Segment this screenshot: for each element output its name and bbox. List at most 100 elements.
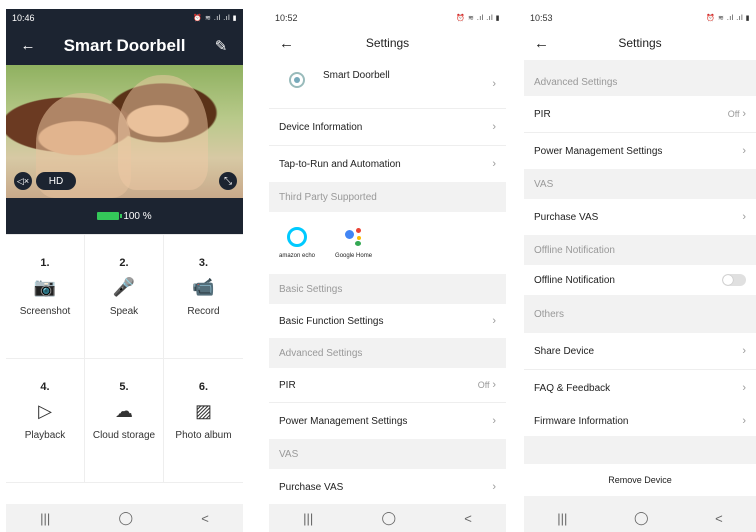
offline-notification-toggle[interactable]: [722, 274, 746, 286]
recent-apps-icon[interactable]: |||: [557, 511, 567, 526]
chevron-right-icon: ›: [742, 211, 746, 223]
settings-header: ← Settings: [524, 26, 756, 60]
home-icon[interactable]: ◯: [118, 510, 133, 526]
status-icons: ⏰ ≋ .ıl .ıl ▮: [456, 14, 500, 22]
battery-status: 100 %: [6, 198, 243, 234]
feature-label: Photo album: [175, 430, 232, 441]
section-header: Basic Settings: [279, 283, 343, 295]
purchase-vas-row[interactable]: Purchase VAS ›: [269, 469, 506, 505]
battery-icon: [97, 212, 123, 220]
chevron-right-icon: ›: [742, 108, 746, 120]
row-label: Purchase VAS: [534, 211, 599, 223]
live-video-feed[interactable]: ◁× HD ⤡: [6, 65, 243, 198]
feature-screenshot[interactable]: 1. 📷 Screenshot: [6, 235, 85, 359]
basic-function-row[interactable]: Basic Function Settings ›: [269, 304, 506, 338]
feature-photo-album[interactable]: 6. ▨ Photo album: [164, 359, 243, 483]
hd-quality-button[interactable]: HD: [36, 172, 76, 190]
row-label: FAQ & Feedback: [534, 382, 611, 394]
feature-label: Cloud storage: [92, 430, 156, 441]
chevron-right-icon: ›: [492, 158, 496, 170]
status-bar: 10:52 ⏰ ≋ .ıl .ıl ▮: [269, 9, 506, 26]
row-label: Basic Function Settings: [279, 315, 384, 327]
pir-row[interactable]: PIR Off ›: [269, 368, 506, 402]
status-icons: ⏰ ≋ .ıl .ıl ▮: [193, 14, 237, 22]
feature-record[interactable]: 3. 📹 Record: [164, 235, 243, 359]
chevron-right-icon: ›: [492, 315, 496, 327]
photo-icon: ▨: [194, 400, 212, 421]
row-label: Power Management Settings: [279, 415, 408, 427]
row-label: Tap-to-Run and Automation: [279, 158, 401, 170]
chevron-right-icon: ›: [742, 415, 746, 427]
feature-playback[interactable]: 4. ▷ Playback: [6, 359, 85, 483]
feature-number: 1.: [40, 257, 50, 269]
camera-icon: [289, 72, 305, 88]
device-row[interactable]: Smart Doorbell ›: [269, 60, 506, 108]
page-title: Settings: [618, 36, 662, 50]
feature-label: Speak: [109, 306, 139, 317]
firmware-information-row[interactable]: Firmware Information ›: [524, 406, 756, 436]
back-icon[interactable]: <: [715, 511, 723, 526]
video-subject: [118, 75, 208, 190]
share-device-row[interactable]: Share Device ›: [524, 333, 756, 369]
alexa-icon: [287, 227, 308, 247]
power-management-row[interactable]: Power Management Settings ›: [269, 403, 506, 439]
page-title: Settings: [365, 36, 410, 50]
recent-apps-icon[interactable]: |||: [40, 511, 50, 526]
status-time: 10:52: [275, 12, 298, 23]
pir-row[interactable]: PIR Off ›: [524, 96, 756, 132]
offline-notification-row: Offline Notification: [524, 265, 756, 295]
device-information-row[interactable]: Device Information ›: [269, 109, 506, 145]
section-header: Others: [534, 308, 565, 320]
settings-screen-1: 10:52 ⏰ ≋ .ıl .ıl ▮ ← Settings Smart Doo…: [269, 9, 506, 532]
feature-label: Screenshot: [19, 306, 71, 317]
tap-to-run-row[interactable]: Tap-to-Run and Automation ›: [269, 146, 506, 182]
feature-number: 5.: [119, 381, 129, 393]
system-nav-bar: ||| ◯ <: [269, 504, 506, 532]
power-management-row[interactable]: Power Management Settings ›: [524, 133, 756, 169]
row-label: PIR: [279, 379, 296, 391]
settings-header: ← Settings: [269, 26, 506, 60]
settings-screen-2: 10:53 ⏰ ≋ .ıl .ıl ▮ ← Settings Advanced …: [524, 9, 756, 532]
chevron-right-icon: ›: [742, 382, 746, 394]
back-icon[interactable]: <: [464, 511, 472, 526]
feature-speak[interactable]: 2. 🎤 Speak: [85, 235, 164, 359]
status-bar: 10:53 ⏰ ≋ .ıl .ıl ▮: [524, 9, 756, 26]
video-record-icon: 📹: [192, 276, 215, 297]
remove-device-button[interactable]: Remove Device: [524, 464, 756, 496]
chevron-right-icon: ›: [492, 481, 496, 493]
chevron-right-icon: ›: [742, 345, 746, 357]
home-icon[interactable]: ◯: [381, 510, 396, 526]
speaker-mute-icon[interactable]: ◁×: [14, 172, 32, 190]
back-icon[interactable]: <: [201, 511, 209, 526]
purchase-vas-row[interactable]: Purchase VAS ›: [524, 199, 756, 235]
google-home-item[interactable]: Google Home: [335, 227, 372, 259]
chevron-right-icon: ›: [492, 415, 496, 427]
faq-feedback-row[interactable]: FAQ & Feedback ›: [524, 370, 756, 406]
section-header: Advanced Settings: [534, 76, 618, 88]
section-header: VAS: [279, 448, 299, 460]
row-label: Purchase VAS: [279, 481, 344, 493]
camera-icon: 📷: [33, 276, 57, 297]
back-arrow-icon[interactable]: ←: [279, 35, 299, 52]
recent-apps-icon[interactable]: |||: [303, 511, 313, 526]
home-icon[interactable]: ◯: [634, 510, 649, 526]
feature-label: Record: [187, 306, 220, 317]
feature-label: Playback: [24, 430, 66, 441]
amazon-label: amazon echo: [279, 253, 316, 259]
feature-number: 2.: [119, 257, 129, 269]
status-icons: ⏰ ≋ .ıl .ıl ▮: [706, 14, 750, 22]
back-arrow-icon[interactable]: ←: [18, 37, 38, 54]
system-nav-bar: ||| ◯ <: [6, 504, 243, 532]
edit-icon[interactable]: ✎: [211, 37, 231, 55]
back-arrow-icon[interactable]: ←: [534, 35, 554, 52]
section-header: Advanced Settings: [279, 347, 363, 359]
battery-level: 100 %: [123, 210, 152, 222]
fullscreen-icon[interactable]: ⤡: [219, 172, 237, 190]
pir-value: Off: [727, 109, 740, 119]
row-label: Offline Notification: [534, 274, 615, 286]
chevron-right-icon: ›: [492, 379, 496, 391]
page-title: Smart Doorbell: [63, 35, 186, 55]
feature-cloud-storage[interactable]: 5. ☁ Cloud storage: [85, 359, 164, 483]
amazon-echo-item[interactable]: amazon echo: [279, 227, 315, 259]
chevron-right-icon: ›: [742, 145, 746, 157]
